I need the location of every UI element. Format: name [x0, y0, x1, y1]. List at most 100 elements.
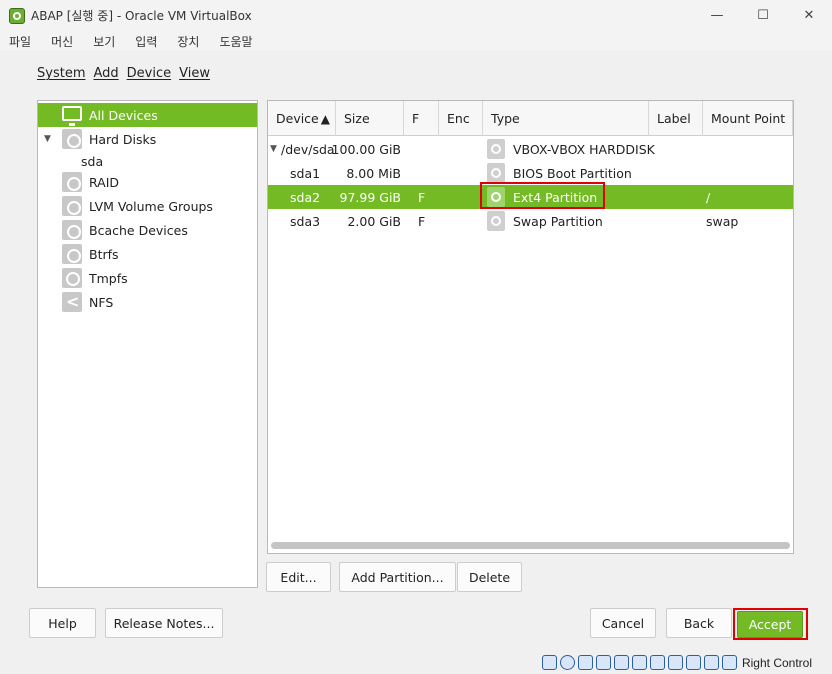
raid-icon [62, 172, 82, 192]
shared-folders-icon[interactable] [631, 655, 647, 670]
cell-device: sda3 [290, 213, 321, 229]
hard-disk-icon [62, 129, 82, 149]
button-label: Release Notes... [113, 615, 215, 631]
button-label: Back [683, 615, 715, 631]
window-titlebar: ABAP [실행 중] - Oracle VM VirtualBox — ☐ ✕ [0, 0, 832, 31]
virtualbox-app-icon [9, 7, 25, 24]
column-header-type[interactable]: Type [483, 101, 649, 136]
sidebar-item-label: RAID [89, 174, 120, 190]
cell-device: /dev/sda [281, 141, 335, 157]
mouse-integration-icon[interactable] [703, 655, 719, 670]
type-label: BIOS Boot Partition [513, 165, 632, 181]
menu-device[interactable]: Device [127, 66, 171, 81]
btrfs-icon [62, 244, 82, 264]
cell-type: VBOX-VBOX HARDDISK [487, 137, 655, 161]
sidebar-item-hard-disks[interactable]: ▼ Hard Disks [38, 127, 257, 151]
usb-icon[interactable] [613, 655, 629, 670]
menu-machine[interactable]: 머신 [41, 33, 83, 50]
back-button[interactable]: Back [666, 608, 732, 638]
display-icon[interactable] [649, 655, 665, 670]
close-button[interactable]: ✕ [786, 0, 832, 31]
lvm-icon [62, 196, 82, 216]
highlight-box-accept [733, 608, 808, 640]
audio-icon[interactable] [577, 655, 593, 670]
cell-size: 100.00 GiB [331, 141, 401, 157]
sort-ascending-icon: ▲ [320, 111, 330, 126]
type-label: VBOX-VBOX HARDDISK [513, 141, 655, 157]
partition-icon [487, 163, 505, 183]
column-label: Size [344, 111, 370, 126]
release-notes-button[interactable]: Release Notes... [105, 608, 223, 638]
button-label: Add Partition... [351, 569, 444, 585]
guest-screen: System Add Device View All Devices ▼ Har… [3, 53, 829, 651]
menu-view-guest[interactable]: View [179, 66, 210, 81]
button-label: Edit... [280, 569, 317, 585]
menu-help[interactable]: 도움말 [209, 33, 262, 50]
network-icon[interactable] [595, 655, 611, 670]
delete-button[interactable]: Delete [457, 562, 522, 592]
menu-system[interactable]: System [37, 66, 85, 81]
column-header-f[interactable]: F [404, 101, 439, 136]
sidebar-item-tmpfs[interactable]: Tmpfs [38, 266, 257, 290]
cell-device: sda1 [290, 165, 321, 181]
optical-drive-icon[interactable] [559, 655, 575, 670]
column-label: Enc [447, 111, 470, 126]
table-row[interactable]: sda3 2.00 GiB F Swap Partition swap [268, 209, 793, 233]
help-button[interactable]: Help [29, 608, 96, 638]
window-controls: — ☐ ✕ [694, 0, 832, 31]
keyboard-capture-icon[interactable] [721, 655, 737, 670]
column-label: F [412, 111, 420, 126]
bcache-icon [62, 220, 82, 240]
table-row[interactable]: ▼ /dev/sda 100.00 GiB VBOX-VBOX HARDDISK [268, 137, 793, 161]
cell-f: F [418, 213, 426, 229]
hard-disk-activity-icon[interactable] [541, 655, 557, 670]
sidebar-item-btrfs[interactable]: Btrfs [38, 242, 257, 266]
hard-disk-icon [487, 139, 505, 159]
button-label: Help [48, 615, 77, 631]
sidebar-item-label: sda [81, 153, 104, 169]
edit-button[interactable]: Edit... [266, 562, 331, 592]
menu-file[interactable]: 파일 [0, 33, 41, 50]
table-header: Device ▲ Size F Enc Type Label Mount Poi… [268, 101, 793, 136]
sidebar-item-lvm[interactable]: LVM Volume Groups [38, 194, 257, 218]
sidebar-item-nfs[interactable]: NFS [38, 290, 257, 314]
sidebar-item-label: All Devices [89, 107, 158, 123]
host-menubar: 파일 머신 보기 입력 장치 도움말 [0, 31, 832, 51]
sidebar-item-all-devices[interactable]: All Devices [38, 103, 257, 127]
cell-size: 8.00 MiB [346, 165, 401, 181]
column-header-label[interactable]: Label [649, 101, 703, 136]
menu-devices[interactable]: 장치 [167, 33, 209, 50]
column-label: Type [491, 111, 520, 126]
sidebar-item-bcache[interactable]: Bcache Devices [38, 218, 257, 242]
add-partition-button[interactable]: Add Partition... [339, 562, 456, 592]
column-header-device[interactable]: Device ▲ [268, 101, 336, 136]
cell-f: F [418, 189, 426, 205]
device-tree: All Devices ▼ Hard Disks sda RAID LVM Vo… [37, 100, 258, 588]
recording-icon[interactable] [667, 655, 683, 670]
cancel-button[interactable]: Cancel [590, 608, 656, 638]
cell-size: 97.99 GiB [339, 189, 402, 205]
monitor-icon [62, 106, 82, 126]
menu-input[interactable]: 입력 [125, 33, 167, 50]
sidebar-item-label: Tmpfs [89, 270, 128, 286]
minimize-button[interactable]: — [694, 0, 740, 31]
expand-arrow-icon[interactable]: ▼ [44, 134, 54, 144]
maximize-button[interactable]: ☐ [740, 0, 786, 31]
partition-icon [487, 211, 505, 231]
menu-add[interactable]: Add [93, 66, 118, 81]
expand-arrow-icon[interactable]: ▼ [270, 137, 277, 161]
window-title: ABAP [실행 중] - Oracle VM VirtualBox [31, 9, 252, 23]
menu-view[interactable]: 보기 [83, 33, 125, 50]
column-header-mount-point[interactable]: Mount Point [703, 101, 793, 136]
highlight-box-type [480, 182, 605, 209]
column-label: Mount Point [711, 111, 786, 126]
sidebar-item-raid[interactable]: RAID [38, 170, 257, 194]
sidebar-item-label: Btrfs [89, 246, 119, 262]
column-label: Label [657, 111, 691, 126]
column-header-size[interactable]: Size [336, 101, 404, 136]
column-header-enc[interactable]: Enc [439, 101, 483, 136]
partition-table: Device ▲ Size F Enc Type Label Mount Poi… [267, 100, 794, 554]
vt-x-icon[interactable] [685, 655, 701, 670]
horizontal-scrollbar[interactable] [271, 542, 790, 549]
cell-type: Swap Partition [487, 209, 603, 233]
